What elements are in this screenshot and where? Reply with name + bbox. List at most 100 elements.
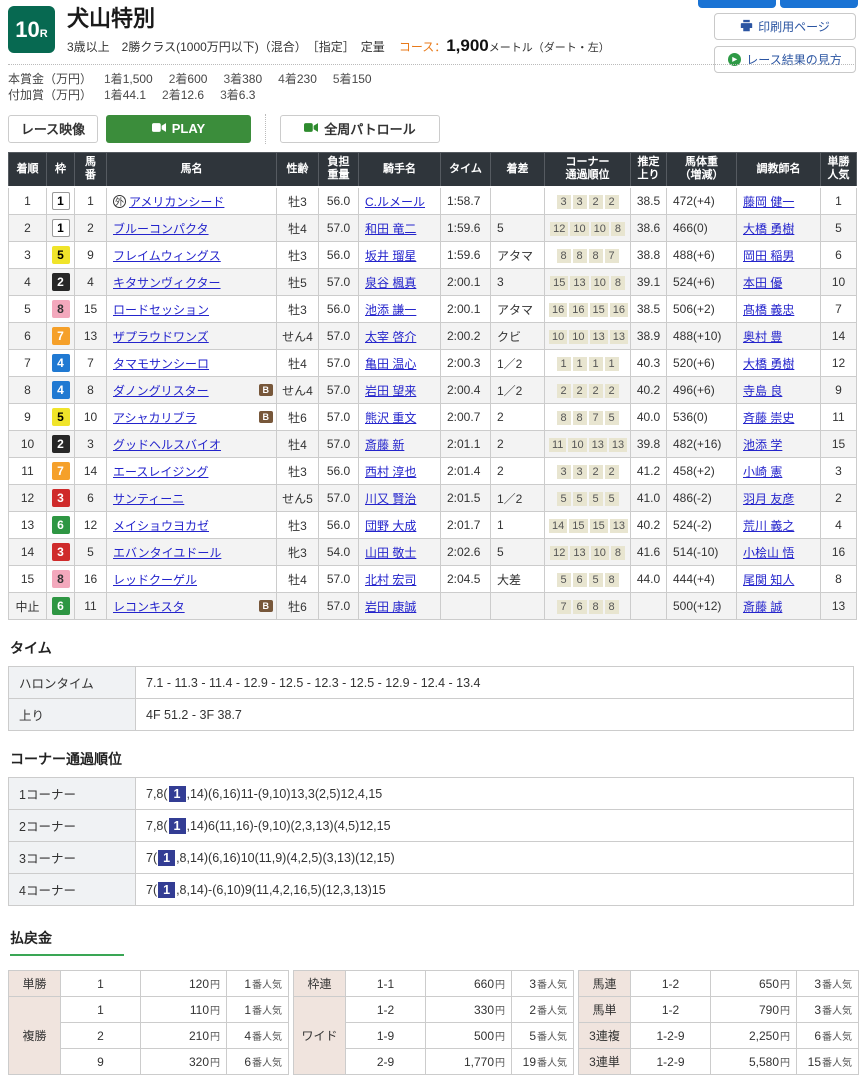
trainer-link[interactable]: 藤岡 健一 (743, 195, 794, 209)
time-row-value: 4F 51.2 - 3F 38.7 (136, 699, 854, 731)
favorite-suffix: 番人気 (822, 1032, 852, 1043)
jockey-link[interactable]: 太宰 啓介 (365, 330, 416, 344)
corner-row-value: 7(1,8,14)(6,16)10(11,9)(4,2,5)(3,13)(12,… (136, 842, 854, 874)
jockey-link[interactable]: 川又 賢治 (365, 492, 416, 506)
jockey-link[interactable]: 山田 敬士 (365, 546, 416, 560)
margin: 大差 (491, 566, 545, 593)
result-row: 15816レッドクーゲル牡457.0北村 宏司2:04.5大差565844.04… (9, 566, 857, 593)
course-distance: 1,900 (446, 36, 489, 55)
trainer-link[interactable]: 斎藤 誠 (743, 600, 782, 614)
corner-position: 2 (589, 384, 603, 398)
corner-row-label: 2コーナー (9, 810, 136, 842)
trainer-cell: 本田 優 (737, 269, 821, 296)
corner-position: 13 (570, 546, 588, 560)
corner-row: 2コーナー7,8(1,14)6(11,16)-(9,10)(2,3,13)(4,… (9, 810, 854, 842)
favorite-suffix: 番人気 (252, 1032, 282, 1043)
patrol-video-button[interactable]: 全周パトロール (280, 115, 440, 143)
trainer-link[interactable]: 斉藤 崇史 (743, 411, 794, 425)
body-weight: 514(-10) (667, 539, 737, 566)
jockey-link[interactable]: 亀田 温心 (365, 357, 416, 371)
payout-amount: 1,770円 (426, 1049, 512, 1075)
jockey-link[interactable]: 坂井 瑠星 (365, 249, 416, 263)
jockey-link[interactable]: 泉谷 楓真 (365, 276, 416, 290)
trainer-link[interactable]: 小崎 憲 (743, 465, 782, 479)
column-header: 騎手名 (359, 152, 441, 187)
column-header: 推定 上り (631, 152, 667, 187)
waku-cell: 6 (47, 512, 75, 539)
horse-name-link[interactable]: グッドヘルスバイオ (113, 438, 221, 452)
horse-name-link[interactable]: キタサンヴィクター (113, 276, 221, 290)
jockey-link[interactable]: C.ルメール (365, 195, 425, 209)
waku-badge: 6 (52, 597, 70, 615)
corner-position: 12 (550, 546, 568, 560)
trainer-link[interactable]: 池添 学 (743, 438, 782, 452)
trainer-link[interactable]: 羽月 友彦 (743, 492, 794, 506)
payout-row-item: 3連複1-2-92,250円6番人気 (579, 1023, 859, 1049)
horse-name-link[interactable]: ロードセッション (113, 303, 209, 317)
jockey-link[interactable]: 団野 大成 (365, 519, 416, 533)
waku-badge: 4 (52, 381, 70, 399)
horse-name-link[interactable]: ブルーコンパクタ (113, 222, 209, 236)
jockey-link[interactable]: 熊沢 重文 (365, 411, 416, 425)
horse-name-link[interactable]: エバンタイユドール (113, 546, 221, 560)
body-weight: 524(+6) (667, 269, 737, 296)
trainer-link[interactable]: 尾関 知人 (743, 573, 794, 587)
horse-name-link[interactable]: タマモサンシーロ (113, 357, 209, 371)
jockey-link[interactable]: 岩田 望来 (365, 384, 416, 398)
trainer-link[interactable]: 寺島 良 (743, 384, 782, 398)
win-favorite-rank: 4 (821, 512, 857, 539)
result-row: 13612メイショウヨカゼ牡356.0団野 大成2:01.71141515134… (9, 512, 857, 539)
winner-number-badge: 1 (158, 850, 175, 866)
horse-name-link[interactable]: レコンキスタ (113, 600, 185, 614)
corner-position: 8 (605, 600, 619, 614)
jockey-link[interactable]: 池添 謙一 (365, 303, 416, 317)
payout-favorite: 4番人気 (227, 1023, 289, 1049)
corner-position: 8 (589, 249, 603, 263)
horse-name-link[interactable]: アシャカリブラ (113, 411, 197, 425)
corner-position: 8 (557, 249, 571, 263)
trainer-link[interactable]: 大橋 勇樹 (743, 357, 794, 371)
horse-name-link[interactable]: メイショウヨカゼ (113, 519, 209, 533)
trainer-link[interactable]: 小桧山 悟 (743, 546, 794, 560)
jockey-link[interactable]: 斎藤 新 (365, 438, 404, 452)
margin: 1 (491, 512, 545, 539)
horse-name-link[interactable]: レッドクーゲル (113, 573, 197, 587)
favorite-suffix: 番人気 (537, 1006, 567, 1017)
horse-name-link[interactable]: エースレイジング (113, 465, 208, 479)
trainer-link[interactable]: 髙橋 義忠 (743, 303, 794, 317)
sex-age: せん4 (277, 323, 319, 350)
yen-suffix: 円 (780, 1058, 790, 1069)
jockey-link[interactable]: 岩田 康誠 (365, 600, 416, 614)
result-row: 中止611レコンキスタB牡657.0岩田 康誠7688500(+12)斎藤 誠1… (9, 593, 857, 620)
jockey-link[interactable]: 和田 竜二 (365, 222, 416, 236)
corner-position: 8 (557, 411, 571, 425)
jockey-link[interactable]: 西村 淳也 (365, 465, 416, 479)
corner-position: 10 (549, 330, 567, 344)
win-favorite-rank: 10 (821, 269, 857, 296)
corner-position: 13 (570, 276, 588, 290)
horse-name-link[interactable]: サンティーニ (113, 492, 184, 506)
horse-name-link[interactable]: フレイムウィングス (113, 249, 221, 263)
horse-name-link[interactable]: ダノングリスター (113, 384, 209, 398)
trainer-link[interactable]: 本田 優 (743, 276, 782, 290)
jockey-link[interactable]: 北村 宏司 (365, 573, 416, 587)
trainer-cell: 池添 学 (737, 431, 821, 458)
horse-name-link[interactable]: アメリカンシード (129, 195, 224, 209)
horse-name-link[interactable]: ザプラウドワンズ (113, 330, 209, 344)
corner-row-value: 7,8(1,14)6(11,16)-(9,10)(2,3,13)(4,5)12,… (136, 810, 854, 842)
corner-order-cell: 2222 (545, 377, 631, 404)
margin: アタマ (491, 242, 545, 269)
trainer-link[interactable]: 岡田 稲男 (743, 249, 794, 263)
trainer-link[interactable]: 大橋 勇樹 (743, 222, 794, 236)
margin: 2 (491, 458, 545, 485)
payout-favorite: 15番人気 (797, 1049, 859, 1075)
trainer-link[interactable]: 奥村 豊 (743, 330, 782, 344)
result-row: 359フレイムウィングス牡356.0坂井 瑠星1:59.6アタマ888738.8… (9, 242, 857, 269)
trainer-link[interactable]: 荒川 義之 (743, 519, 794, 533)
corner-order-text: ,8,14)-(6,10)9(11,4,2,16,5)(12,3,13)15 (176, 883, 386, 897)
play-button[interactable]: PLAY (106, 115, 251, 143)
payout-amount: 120円 (141, 971, 227, 997)
payout-favorite: 3番人気 (512, 971, 574, 997)
course-label: コース： (399, 40, 446, 54)
payout-combination: 1-2 (631, 997, 711, 1023)
